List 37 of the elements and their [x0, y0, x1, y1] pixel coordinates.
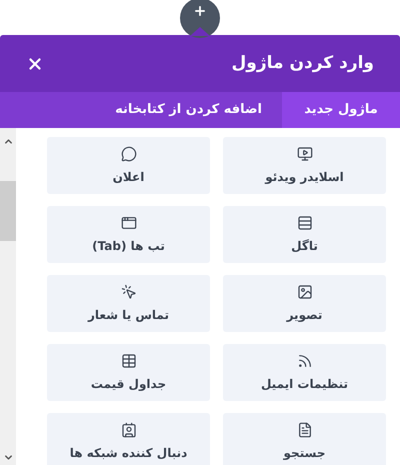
module-label: تماس یا شعار [88, 306, 169, 324]
image-icon [296, 284, 312, 300]
module-label: جستجو [284, 444, 326, 462]
module-label: اسلایدر ویدئو [265, 168, 344, 186]
speech-bubble-icon [120, 146, 136, 162]
stacked-rows-icon [296, 214, 312, 230]
module-card[interactable]: اسلایدر ویدئو [223, 137, 386, 194]
dialog-title: وارد کردن ماژول [232, 52, 374, 75]
module-card[interactable]: تنظیمات ایمیل [223, 344, 386, 401]
module-card[interactable]: تاگل [223, 206, 386, 263]
scrollbar[interactable] [0, 128, 16, 465]
module-label: دنبال کننده شبکه ها [70, 444, 188, 462]
video-slider-icon [296, 146, 312, 162]
module-card[interactable]: تصویر [223, 275, 386, 332]
scrollbar-thumb[interactable] [0, 181, 16, 241]
cursor-click-icon [120, 284, 136, 300]
tab[interactable]: اضافه کردن از کتابخانه [95, 92, 282, 128]
module-card[interactable]: دنبال کننده شبکه ها [47, 413, 210, 465]
document-icon [296, 422, 312, 438]
id-card-icon [120, 422, 136, 438]
module-card[interactable]: تماس یا شعار [47, 275, 210, 332]
tab[interactable]: ماژول جدید [282, 92, 400, 128]
module-label: جداول قیمت [90, 376, 166, 392]
table-icon [120, 352, 136, 368]
module-label: تاگل [291, 238, 318, 254]
rss-icon [296, 352, 312, 368]
module-label: تنظیمات ایمیل [260, 376, 348, 392]
module-card[interactable]: تب ها (Tab) [47, 206, 210, 263]
module-label: اعلان [112, 168, 144, 186]
module-label: تب ها (Tab) [92, 238, 165, 254]
module-label: تصویر [286, 306, 322, 324]
module-card[interactable]: اعلان [47, 137, 210, 194]
module-card[interactable]: جداول قیمت [47, 344, 210, 401]
plus-icon [193, 4, 207, 18]
window-icon [120, 214, 136, 230]
add-button[interactable] [180, 0, 220, 38]
module-card[interactable]: جستجو [223, 413, 386, 465]
